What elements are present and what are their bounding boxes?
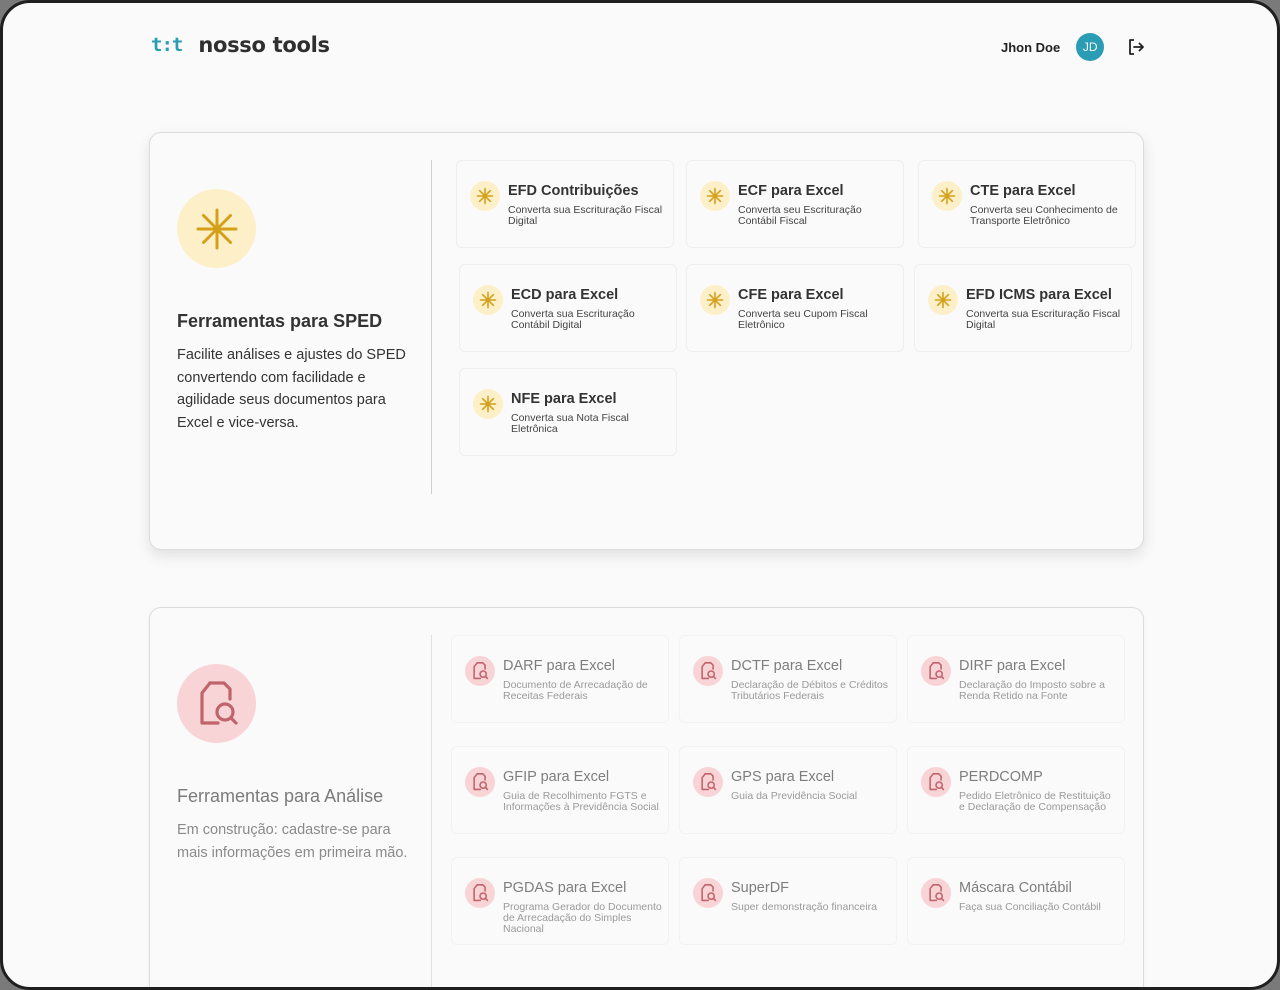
tool-card-title: ECF para Excel [738, 183, 844, 199]
document-search-icon [693, 878, 723, 908]
tool-card-title: SuperDF [731, 880, 790, 896]
tool-card[interactable]: EFD Contribuições Converta sua Escrituraç… [456, 160, 674, 248]
tool-card-description: Super demonstração financeira [731, 901, 877, 913]
avatar[interactable]: JD [1076, 33, 1105, 61]
document-search-icon [177, 664, 256, 743]
analysis-tools-section: Ferramentas para Análise Em construção: … [149, 607, 1144, 987]
tool-card-description: Converta sua Escrituração Fiscal Digital [508, 204, 663, 227]
document-search-icon [921, 878, 951, 908]
tool-card-title: Máscara Contábil [959, 880, 1072, 896]
tool-card-description: Documento de Arrecadação de Receitas Fed… [503, 679, 648, 702]
tool-card-title: NFE para Excel [511, 391, 617, 407]
divider [431, 635, 432, 987]
tool-card[interactable]: PERDCOMP Pedido Eletrônico de Restituição… [907, 746, 1125, 834]
app-window: t:t nosso tools Jhon Doe JD Ferramentas … [0, 0, 1280, 990]
header: t:t nosso tools Jhon Doe JD [3, 3, 1277, 93]
tool-card-description: Programa Gerador do Documento de Arrecad… [503, 901, 662, 935]
tool-card[interactable]: ECD para Excel Converta sua Escrituração … [459, 264, 677, 352]
logout-icon[interactable] [1126, 37, 1146, 57]
tool-card-title: EFD ICMS para Excel [966, 287, 1112, 303]
asterisk-icon [928, 285, 958, 315]
asterisk-icon [473, 389, 503, 419]
tool-card-title: EFD Contribuições [508, 183, 639, 199]
tool-card-title: DCTF para Excel [731, 658, 843, 674]
tool-card[interactable]: NFE para Excel Converta sua Nota Fiscal E… [459, 368, 677, 456]
document-search-icon [465, 878, 495, 908]
tool-card-title: PGDAS para Excel [503, 880, 627, 896]
logo-mark: t:t [151, 34, 183, 56]
logo[interactable]: t:t nosso tools [151, 33, 330, 57]
tool-card[interactable]: CFE para Excel Converta seu Cupom Fiscal … [686, 264, 904, 352]
sped-tools-section: Ferramentas para SPED Facilite análises … [149, 132, 1144, 550]
tool-card[interactable]: GPS para Excel Guia da Previdência Social [679, 746, 897, 834]
divider [431, 160, 432, 494]
tool-card-title: CFE para Excel [738, 287, 844, 303]
tool-card-title: DIRF para Excel [959, 658, 1066, 674]
asterisk-icon [177, 189, 256, 268]
document-search-icon [921, 656, 951, 686]
tool-card-description: Converta seu Conhecimento de Transporte … [970, 204, 1118, 227]
document-search-icon [693, 656, 723, 686]
section-title: Ferramentas para Análise [177, 786, 384, 806]
asterisk-icon [470, 181, 500, 211]
tool-card[interactable]: GFIP para Excel Guia de Recolhimento FGTS… [451, 746, 669, 834]
section-description: Facilite análises e ajustes do SPED conv… [177, 347, 406, 431]
tool-card[interactable]: Máscara Contábil Faça sua Conciliação Con… [907, 857, 1125, 945]
tool-card[interactable]: CTE para Excel Converta seu Conhecimento … [918, 160, 1136, 248]
tool-card-description: Converta sua Nota Fiscal Eletrônica [511, 412, 629, 435]
tool-card-title: PERDCOMP [959, 769, 1043, 785]
tool-card-description: Converta seu Cupom Fiscal Eletrônico [738, 308, 868, 331]
tool-card[interactable]: ECF para Excel Converta seu Escrituração … [686, 160, 904, 248]
tool-card-title: GFIP para Excel [503, 769, 610, 785]
tool-card-title: GPS para Excel [731, 769, 835, 785]
tool-card-title: ECD para Excel [511, 287, 619, 303]
section-description: Em construção: cadastre-se para mais inf… [177, 822, 408, 861]
tool-card-title: CTE para Excel [970, 183, 1076, 199]
tool-card-description: Pedido Eletrônico de Restituição e Decla… [959, 790, 1111, 813]
tool-card-description: Converta seu Escrituração Contábil Fisca… [738, 204, 862, 227]
asterisk-icon [700, 181, 730, 211]
tool-card[interactable]: DIRF para Excel Declaração do Imposto sob… [907, 635, 1125, 723]
asterisk-icon [932, 181, 962, 211]
logo-text: nosso tools [198, 33, 330, 57]
section-title: Ferramentas para SPED [177, 311, 383, 331]
tool-card-description: Declaração de Débitos e Créditos Tributá… [731, 679, 888, 702]
document-search-icon [465, 656, 495, 686]
asterisk-icon [700, 285, 730, 315]
tool-card[interactable]: DCTF para Excel Declaração de Débitos e C… [679, 635, 897, 723]
document-search-icon [465, 767, 495, 797]
document-search-icon [693, 767, 723, 797]
tool-card-title: DARF para Excel [503, 658, 616, 674]
tool-card-description: Converta sua Escrituração Fiscal Digital [966, 308, 1121, 331]
user-menu: Jhon Doe JD [1001, 33, 1146, 61]
tool-card-description: Declaração do Imposto sobre a Renda Reti… [959, 679, 1105, 702]
tool-card[interactable]: EFD ICMS para Excel Converta sua Escritur… [914, 264, 1132, 352]
asterisk-icon [473, 285, 503, 315]
tool-card[interactable]: DARF para Excel Documento de Arrecadação … [451, 635, 669, 723]
tool-card-description: Guia da Previdência Social [731, 790, 858, 802]
tool-card-description: Guia de Recolhimento FGTS e Informações … [503, 790, 659, 813]
tool-card-description: Faça sua Conciliação Contábil [959, 901, 1101, 913]
tool-card-description: Converta sua Escrituração Contábil Digit… [511, 308, 635, 331]
tool-card[interactable]: SuperDF Super demonstração financeira [679, 857, 897, 945]
document-search-icon [921, 767, 951, 797]
tool-card[interactable]: PGDAS para Excel Programa Gerador do Docu… [451, 857, 669, 945]
user-name: Jhon Doe [1001, 39, 1061, 55]
